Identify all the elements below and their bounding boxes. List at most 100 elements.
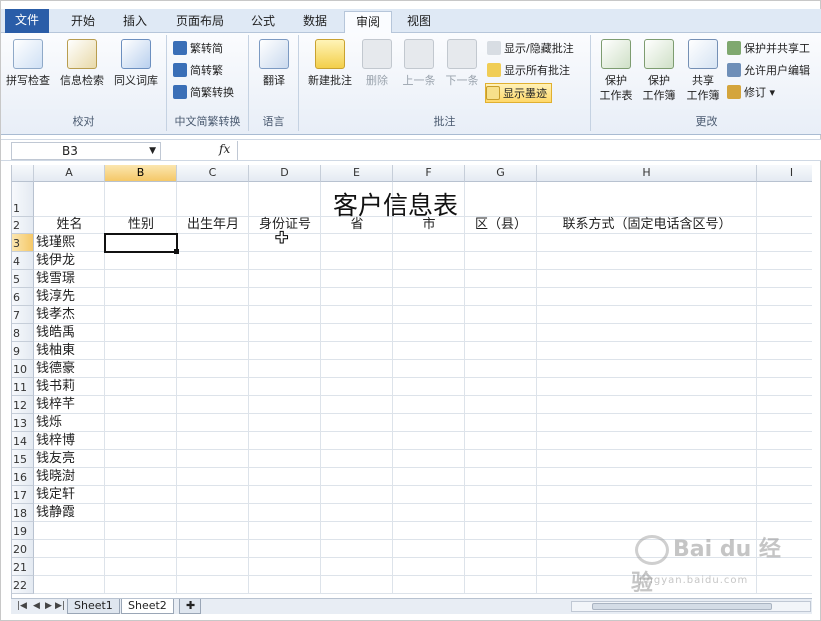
- cell[interactable]: [393, 360, 465, 378]
- cell[interactable]: [393, 396, 465, 414]
- row-header-16[interactable]: 16: [12, 468, 34, 486]
- tab-home[interactable]: 开始: [61, 11, 105, 33]
- cell[interactable]: [177, 252, 249, 270]
- cell[interactable]: [321, 252, 393, 270]
- cell[interactable]: [249, 486, 321, 504]
- cell[interactable]: [537, 342, 757, 360]
- row-header-10[interactable]: 10: [12, 360, 34, 378]
- cell[interactable]: [105, 540, 177, 558]
- row-header-6[interactable]: 6: [12, 288, 34, 306]
- cell[interactable]: [177, 234, 249, 252]
- cell[interactable]: [105, 306, 177, 324]
- cell[interactable]: [465, 360, 537, 378]
- insert-function-button[interactable]: fx: [219, 142, 230, 156]
- protect-sheet-button[interactable]: 保护 工作表: [595, 39, 637, 103]
- tab-insert[interactable]: 插入: [113, 11, 157, 33]
- cell[interactable]: [393, 234, 465, 252]
- next-comment-button[interactable]: 下一条: [441, 39, 483, 88]
- cell[interactable]: [757, 217, 812, 234]
- cell[interactable]: [537, 396, 757, 414]
- cell[interactable]: [393, 378, 465, 396]
- column-header-e[interactable]: E: [321, 165, 393, 182]
- cell[interactable]: [393, 288, 465, 306]
- cell[interactable]: [321, 504, 393, 522]
- cell[interactable]: [321, 558, 393, 576]
- cell[interactable]: [249, 288, 321, 306]
- research-button[interactable]: 信息检索: [57, 39, 107, 88]
- cell[interactable]: [321, 234, 393, 252]
- cell[interactable]: [177, 486, 249, 504]
- scrollbar-thumb[interactable]: [592, 603, 772, 610]
- first-sheet-icon[interactable]: |◀: [17, 601, 27, 611]
- cell[interactable]: [249, 540, 321, 558]
- cell[interactable]: [393, 522, 465, 540]
- cell[interactable]: [757, 182, 812, 217]
- cell[interactable]: [321, 306, 393, 324]
- last-sheet-icon[interactable]: ▶|: [55, 601, 65, 611]
- sheet-tab-sheet2[interactable]: Sheet2: [121, 599, 174, 614]
- cell[interactable]: [177, 468, 249, 486]
- cell[interactable]: [321, 540, 393, 558]
- cell[interactable]: [757, 288, 812, 306]
- cell[interactable]: [105, 558, 177, 576]
- cell[interactable]: [537, 432, 757, 450]
- cell[interactable]: [177, 558, 249, 576]
- formula-input[interactable]: [237, 141, 816, 160]
- allow-edit-button[interactable]: 允许用户编辑: [727, 61, 810, 81]
- cell[interactable]: [393, 432, 465, 450]
- cell[interactable]: [465, 324, 537, 342]
- name-cell[interactable]: 钱静霞: [36, 504, 105, 521]
- cell[interactable]: [249, 504, 321, 522]
- row-header-3[interactable]: 3: [12, 234, 34, 252]
- cell[interactable]: [465, 522, 537, 540]
- active-cell[interactable]: [104, 233, 178, 253]
- cell[interactable]: [393, 342, 465, 360]
- cell[interactable]: [537, 450, 757, 468]
- cell[interactable]: [757, 306, 812, 324]
- cell[interactable]: [177, 270, 249, 288]
- cell[interactable]: [393, 414, 465, 432]
- cell[interactable]: [393, 540, 465, 558]
- row-header-20[interactable]: 20: [12, 540, 34, 558]
- cell[interactable]: [105, 378, 177, 396]
- row-header-21[interactable]: 21: [12, 558, 34, 576]
- cell[interactable]: [757, 324, 812, 342]
- name-cell[interactable]: 钱伊龙: [36, 252, 105, 269]
- new-sheet-icon[interactable]: ✚: [179, 599, 201, 614]
- cell[interactable]: [105, 252, 177, 270]
- cell[interactable]: [105, 414, 177, 432]
- cell[interactable]: [177, 306, 249, 324]
- cell[interactable]: [757, 414, 812, 432]
- thesaurus-button[interactable]: 同义词库: [109, 39, 163, 88]
- cell[interactable]: [537, 360, 757, 378]
- name-cell[interactable]: 钱书莉: [36, 378, 105, 395]
- cell[interactable]: [757, 396, 812, 414]
- cell[interactable]: [105, 522, 177, 540]
- cell[interactable]: [393, 306, 465, 324]
- row-header-5[interactable]: 5: [12, 270, 34, 288]
- name-box-dropdown-icon[interactable]: ▼: [149, 143, 156, 159]
- cell[interactable]: [177, 342, 249, 360]
- cell[interactable]: [465, 270, 537, 288]
- tab-file[interactable]: 文件: [5, 9, 49, 33]
- cell[interactable]: [321, 450, 393, 468]
- cell[interactable]: [393, 252, 465, 270]
- cell[interactable]: [757, 378, 812, 396]
- cell[interactable]: [34, 576, 105, 594]
- cell[interactable]: [537, 324, 757, 342]
- protect-workbook-button[interactable]: 保护 工作簿: [637, 39, 681, 103]
- column-header-d[interactable]: D: [249, 165, 321, 182]
- cell[interactable]: [757, 450, 812, 468]
- select-all-corner[interactable]: [12, 165, 34, 182]
- name-cell[interactable]: 钱友亮: [36, 450, 105, 467]
- name-cell[interactable]: 钱瑾熙: [36, 234, 105, 251]
- cell[interactable]: [249, 360, 321, 378]
- cell[interactable]: [393, 468, 465, 486]
- cell[interactable]: [249, 306, 321, 324]
- cell[interactable]: [249, 576, 321, 594]
- cell[interactable]: [249, 252, 321, 270]
- cell[interactable]: [393, 270, 465, 288]
- cell[interactable]: [465, 540, 537, 558]
- name-cell[interactable]: 钱雪璟: [36, 270, 105, 287]
- cell[interactable]: [105, 576, 177, 594]
